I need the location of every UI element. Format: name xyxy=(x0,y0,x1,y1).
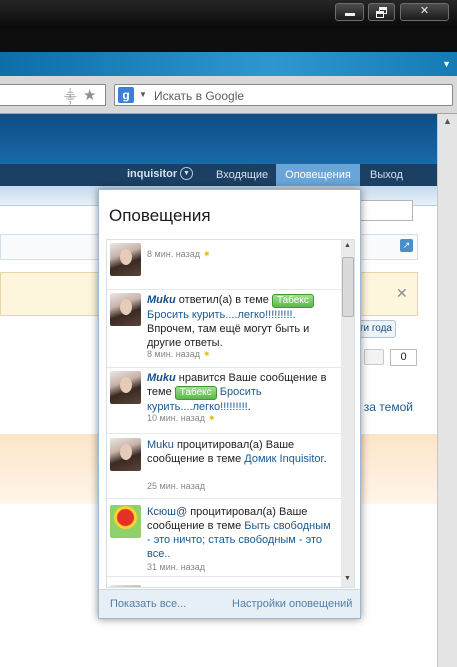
nav-inbox[interactable]: Входящие xyxy=(216,169,268,181)
alerts-popup: Оповещения 8 мин. назад ✷ Muku ответил(а)… xyxy=(98,189,361,619)
address-bar[interactable]: ⸎ ★ xyxy=(0,84,106,106)
alerts-scrollbar[interactable]: ▲ ▼ xyxy=(341,240,354,587)
show-all-link[interactable]: Показать все... xyxy=(110,598,186,610)
avatar[interactable] xyxy=(110,438,141,471)
mail-share-icon[interactable] xyxy=(364,349,384,365)
thread-link[interactable]: Домик Inquisitor xyxy=(244,453,323,465)
alert-username[interactable]: Ксюш@ xyxy=(147,506,187,518)
sun-icon: ✷ xyxy=(207,413,216,423)
avatar[interactable] xyxy=(110,243,141,276)
site-header xyxy=(0,114,437,164)
sun-icon: ✷ xyxy=(202,349,211,359)
google-icon[interactable]: g xyxy=(118,87,134,103)
sun-icon: ✷ xyxy=(202,249,211,259)
popup-footer: Показать все... Настройки оповещений xyxy=(99,589,360,618)
alert-text: Muku нравится Ваше сообщение в теме Табе… xyxy=(147,372,327,413)
close-window-button[interactable]: ✕ xyxy=(400,3,449,21)
scroll-up-icon[interactable]: ▲ xyxy=(443,116,452,126)
site-nav: inquisitor ▼ Входящие Оповещения Выход xyxy=(0,164,437,186)
navigation-toolbar: ⸎ ★ g ▼ Искать в Google xyxy=(0,76,457,114)
external-link-icon[interactable]: ↗ xyxy=(400,239,413,252)
alert-username[interactable]: Muku xyxy=(147,439,174,451)
thread-prefix-tag: Табекс xyxy=(271,294,314,308)
username-link[interactable]: inquisitor xyxy=(127,168,177,180)
alert-time: 8 мин. назад ✷ xyxy=(147,249,211,259)
search-engine-dropdown-icon[interactable]: ▼ xyxy=(139,90,147,99)
alert-item[interactable]: Muku нравится Ваше сообщение в теме Табе… xyxy=(107,368,341,434)
alert-time: 31 мин. назад xyxy=(147,562,205,572)
alert-username[interactable]: Muku xyxy=(147,372,176,384)
avatar[interactable] xyxy=(110,505,141,538)
scroll-up-icon[interactable]: ▲ xyxy=(344,242,351,249)
thread-prefix-tag: Табекс xyxy=(174,386,217,400)
window-titlebar: ✕ xyxy=(0,0,457,28)
scroll-down-icon[interactable]: ▼ xyxy=(344,575,351,582)
alert-item[interactable] xyxy=(107,577,341,587)
share-counter: 0 xyxy=(390,349,417,366)
page-scrollbar[interactable]: ▲ xyxy=(437,114,457,667)
alert-text: Muku процитировал(а) Ваше сообщение в те… xyxy=(147,439,327,465)
alert-time: 25 мин. назад xyxy=(147,481,205,491)
alert-item[interactable]: 8 мин. назад ✷ xyxy=(107,240,341,290)
alert-text: Ксюш@ процитировал(а) Ваше сообщение в т… xyxy=(147,506,331,560)
alert-item[interactable]: Muku процитировал(а) Ваше сообщение в те… xyxy=(107,434,341,499)
minimize-icon xyxy=(344,13,355,16)
restore-button[interactable] xyxy=(368,3,395,21)
page-search-input[interactable] xyxy=(359,200,413,221)
thread-link[interactable]: Бросить курить....легко!!!!!!!!!. xyxy=(147,309,296,321)
nav-logout[interactable]: Выход xyxy=(370,169,403,181)
alert-time: 10 мин. назад ✷ xyxy=(147,413,216,423)
bookmark-star-icon[interactable]: ★ xyxy=(83,86,96,104)
close-notice-icon[interactable]: ✕ xyxy=(396,285,408,302)
tab-list-icon[interactable]: ▼ xyxy=(442,59,451,69)
avatar[interactable] xyxy=(110,293,141,326)
popup-title: Оповещения xyxy=(109,206,211,225)
alert-item[interactable]: Muku ответил(а) в теме Табекс Бросить ку… xyxy=(107,290,341,368)
restore-icon xyxy=(375,7,388,18)
alert-time: 8 мин. назад ✷ xyxy=(147,349,211,359)
nav-alerts[interactable]: Оповещения xyxy=(276,164,360,186)
avatar[interactable] xyxy=(110,371,141,404)
alert-settings-link[interactable]: Настройки оповещений xyxy=(232,598,352,610)
alert-text: Muku ответил(а) в теме Табекс Бросить ку… xyxy=(147,293,337,350)
avatar[interactable] xyxy=(110,585,141,587)
alert-username[interactable]: Muku xyxy=(147,294,176,306)
menu-strip xyxy=(0,28,457,52)
minimize-button[interactable] xyxy=(335,3,364,21)
search-placeholder[interactable]: Искать в Google xyxy=(154,89,244,103)
alerts-list: 8 мин. назад ✷ Muku ответил(а) в теме Таб… xyxy=(106,239,355,588)
tab-strip: ▼ xyxy=(0,52,457,76)
scroll-thumb[interactable] xyxy=(342,257,354,317)
alert-item[interactable]: Ксюш@ процитировал(а) Ваше сообщение в т… xyxy=(107,499,341,577)
user-menu-arrow-icon[interactable]: ▼ xyxy=(180,167,193,180)
search-box[interactable]: g ▼ Искать в Google xyxy=(114,84,453,106)
rss-icon[interactable]: ⸎ xyxy=(64,88,78,104)
